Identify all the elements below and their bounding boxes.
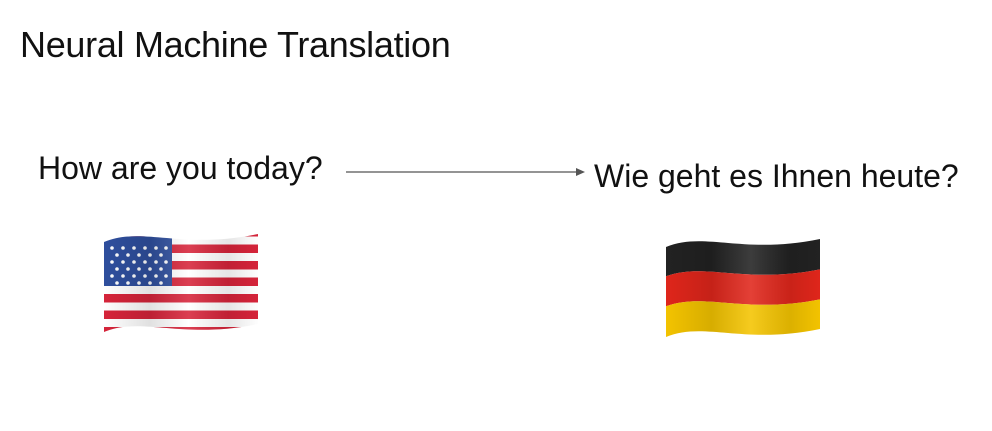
slide-title: Neural Machine Translation [20, 24, 451, 65]
us-flag-icon [104, 234, 258, 332]
source-sentence: How are you today? [38, 150, 323, 186]
target-sentence: Wie geht es Ihnen heute? [594, 158, 959, 194]
translation-arrow [346, 168, 585, 176]
germany-flag-icon [666, 239, 820, 337]
arrow-head [576, 168, 585, 176]
